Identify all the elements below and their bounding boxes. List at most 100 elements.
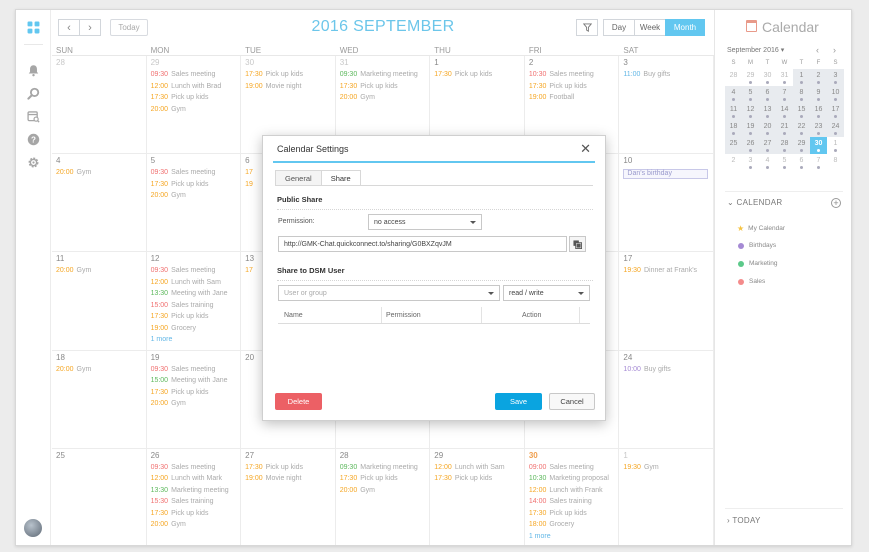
- calendar-event[interactable]: 12:00 Lunch with Sam: [434, 464, 504, 471]
- cancel-button[interactable]: Cancel: [549, 393, 595, 410]
- mini-day[interactable]: 29: [793, 137, 810, 154]
- calendar-event[interactable]: 17:30 Pick up kids: [340, 83, 398, 90]
- calendar-event[interactable]: 18:00 Grocery: [529, 521, 574, 528]
- day-cell[interactable]: 17 19:30 Dinner at Frank's: [619, 252, 714, 351]
- calendar-event[interactable]: 09:30 Sales meeting: [151, 169, 216, 176]
- all-day-event[interactable]: Dan's birthday: [623, 169, 708, 180]
- mini-day[interactable]: 7: [776, 86, 793, 103]
- calendar-event[interactable]: 17:30 Pick up kids: [151, 510, 209, 517]
- calendar-item[interactable]: Marketing: [738, 260, 778, 267]
- mini-day[interactable]: 21: [776, 120, 793, 137]
- day-cell[interactable]: 28 09:30 Marketing meeting 17:30 Pick up kid…: [336, 448, 431, 545]
- mini-day[interactable]: 27: [759, 137, 776, 154]
- calendar-event[interactable]: 17:30 Pick up kids: [151, 181, 209, 188]
- mini-day[interactable]: 24: [827, 120, 844, 137]
- mini-day[interactable]: 10: [827, 86, 844, 103]
- calendar-event[interactable]: 17:30 Pick up kids: [529, 83, 587, 90]
- calendar-event[interactable]: 20:00 Gym: [56, 169, 91, 176]
- calendar-event[interactable]: 14:00 Sales training: [529, 498, 592, 505]
- user-group-select[interactable]: User or group: [278, 285, 500, 301]
- mini-day[interactable]: 4: [759, 154, 776, 171]
- tab-general[interactable]: General: [275, 170, 322, 185]
- day-cell[interactable]: 10 Dan's birthday: [619, 154, 714, 253]
- help-icon[interactable]: ?: [24, 130, 43, 149]
- mini-day[interactable]: 7: [810, 154, 827, 171]
- mini-day[interactable]: 29: [742, 69, 759, 86]
- search-icon[interactable]: [24, 84, 43, 103]
- calendar-event[interactable]: 20:00 Gym: [151, 400, 186, 407]
- mini-day[interactable]: 6: [759, 86, 776, 103]
- calendar-event[interactable]: 17:30 Pick up kids: [151, 94, 209, 101]
- mini-day[interactable]: 26: [742, 137, 759, 154]
- mini-day[interactable]: 17: [827, 103, 844, 120]
- mini-day[interactable]: 31: [776, 69, 793, 86]
- mini-day[interactable]: 2: [810, 69, 827, 86]
- calendar-event[interactable]: 20:00 Gym: [56, 267, 91, 274]
- day-cell[interactable]: 5 09:30 Sales meeting 17:30 Pick up kids 20:0…: [146, 154, 242, 253]
- calendar-event[interactable]: 20:00 Gym: [151, 192, 186, 199]
- mini-day[interactable]: 4: [725, 86, 742, 103]
- access-select[interactable]: read / write: [503, 285, 590, 301]
- view-week-button[interactable]: Week: [634, 19, 666, 36]
- mini-day[interactable]: 30: [810, 137, 827, 154]
- day-cell[interactable]: 19 09:30 Sales meeting 15:00 Meeting with Ja…: [146, 350, 242, 449]
- bell-icon[interactable]: [24, 61, 43, 80]
- calendar-event[interactable]: 17:30 Pick up kids: [434, 475, 492, 482]
- day-cell[interactable]: 18 20:00 Gym: [52, 350, 147, 449]
- calendar-event[interactable]: 09:30 Sales meeting: [151, 366, 216, 373]
- calendar-event[interactable]: 13:30 Meeting with Jane: [151, 290, 228, 297]
- mini-day[interactable]: 8: [793, 86, 810, 103]
- share-url-field[interactable]: http://GMK-Chat.quickconnect.to/sharing/…: [278, 236, 567, 252]
- calendar-event[interactable]: 17:30 Pick up kids: [151, 389, 209, 396]
- delete-button[interactable]: Delete: [275, 393, 322, 410]
- day-cell[interactable]: 11 20:00 Gym: [52, 252, 147, 351]
- calendar-event[interactable]: 12:00 Lunch with Mark: [151, 475, 223, 482]
- calendar-event[interactable]: 19:30 Gym: [623, 464, 658, 471]
- mini-day[interactable]: 18: [725, 120, 742, 137]
- add-calendar-button[interactable]: +: [831, 198, 841, 208]
- apps-grid-icon[interactable]: [24, 18, 43, 37]
- user-avatar[interactable]: [24, 519, 42, 537]
- more-events-link[interactable]: 1 more: [151, 336, 173, 343]
- mini-day[interactable]: 14: [776, 103, 793, 120]
- mini-next-button[interactable]: ›: [833, 45, 836, 55]
- day-cell[interactable]: 27 17:30 Pick up kids 19:00 Movie night: [241, 448, 336, 545]
- calendar-event[interactable]: 20:00 Gym: [340, 94, 375, 101]
- calendar-event[interactable]: 20:00 Gym: [151, 106, 186, 113]
- calendar-event[interactable]: 19:00 Movie night: [245, 475, 301, 482]
- day-cell[interactable]: 30 09:00 Sales meeting 10:30 Marketing propo…: [525, 448, 620, 545]
- calendar-event[interactable]: 17:30 Pick up kids: [529, 510, 587, 517]
- permission-select[interactable]: no access: [368, 214, 482, 230]
- calendar-event[interactable]: 13:30 Marketing meeting: [151, 487, 229, 494]
- calendar-event[interactable]: 17:30 Pick up kids: [245, 464, 303, 471]
- mini-day[interactable]: 6: [793, 154, 810, 171]
- mini-day[interactable]: 28: [725, 69, 742, 86]
- calendar-event[interactable]: 09:30 Marketing meeting: [340, 71, 418, 78]
- calendar-event[interactable]: 11:00 Buy gifts: [623, 71, 670, 78]
- today-section-header[interactable]: › TODAY: [727, 516, 761, 525]
- day-cell[interactable]: 3 11:00 Buy gifts: [619, 56, 714, 155]
- calendar-event[interactable]: 10:30 Sales meeting: [529, 71, 594, 78]
- calendar-event[interactable]: 09:30 Sales meeting: [151, 464, 216, 471]
- calendar-event[interactable]: 15:00 Sales training: [151, 302, 214, 309]
- calendar-event[interactable]: 10:30 Marketing proposal: [529, 475, 609, 482]
- calendar-event[interactable]: 09:30 Marketing meeting: [340, 464, 418, 471]
- calendar-event[interactable]: 19: [245, 181, 256, 188]
- day-cell[interactable]: 29 12:00 Lunch with Sam 17:30 Pick up kids: [430, 448, 525, 545]
- column-header-name[interactable]: Name: [278, 307, 382, 323]
- mini-day[interactable]: 3: [742, 154, 759, 171]
- view-month-button[interactable]: Month: [665, 19, 705, 36]
- mini-day[interactable]: 13: [759, 103, 776, 120]
- calendar-event[interactable]: 12:00 Lunch with Sam: [151, 279, 221, 286]
- mini-day[interactable]: 5: [742, 86, 759, 103]
- mini-day[interactable]: 22: [793, 120, 810, 137]
- mini-day[interactable]: 11: [725, 103, 742, 120]
- calendar-event[interactable]: 17:30 Pick up kids: [245, 71, 303, 78]
- calendar-event[interactable]: 19:30 Dinner at Frank's: [623, 267, 697, 274]
- mini-day[interactable]: 28: [776, 137, 793, 154]
- calendar-event[interactable]: 20:00 Gym: [151, 521, 186, 528]
- more-events-link[interactable]: 1 more: [529, 533, 551, 540]
- calendar-event[interactable]: 19:00 Movie night: [245, 83, 301, 90]
- calendar-event[interactable]: 19:00 Football: [529, 94, 574, 101]
- calendar-event[interactable]: 17:30 Pick up kids: [434, 71, 492, 78]
